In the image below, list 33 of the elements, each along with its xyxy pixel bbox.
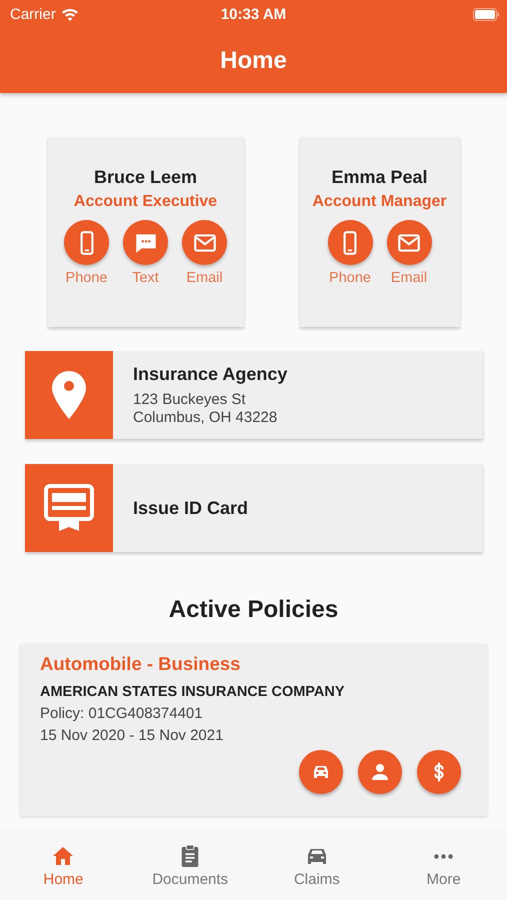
location-pin-icon (51, 370, 87, 420)
contact-name: Bruce Leem (94, 167, 198, 188)
more-icon (434, 854, 454, 858)
tab[interactable]: Home (0, 830, 127, 900)
policy-type: Automobile - Business (40, 653, 242, 675)
contact-role: Account Executive (74, 193, 218, 211)
clipboard-icon (179, 844, 202, 868)
id-card-row[interactable]: Issue ID Card (25, 464, 483, 552)
tab[interactable]: More (380, 830, 507, 900)
address-line: Columbus, OH 43228 (133, 408, 278, 426)
id-card-icon (44, 483, 94, 533)
tab[interactable]: Documents (126, 830, 254, 900)
insurer-name: AMERICAN STATES INSURANCE COMPANY (40, 684, 346, 700)
row-title: Issue ID Card (133, 498, 248, 518)
clock-time: 10:33 AM (220, 6, 288, 22)
tab[interactable]: Claims (254, 830, 380, 900)
person-button[interactable] (358, 750, 402, 794)
wifi-icon (60, 7, 79, 21)
car-button[interactable] (299, 750, 343, 794)
policy-number: Policy: 01CG408374401 (40, 705, 204, 722)
policy-card[interactable]: Automobile - Business AMERICAN STATES INSURANCE COMPANY Policy: 01CG408374401 15 Nov 2020 - 15 Nov 2021 (20, 644, 487, 816)
house-icon (51, 844, 76, 868)
contact-name: Emma Peal (331, 167, 428, 188)
policy-dates: 15 Nov 2020 - 15 Nov 2021 (40, 727, 224, 744)
address-line: 123 Buckeyes St (133, 390, 247, 408)
agency-row[interactable]: Insurance Agency 123 Buckeyes St Columbus, OH 43228 (25, 351, 483, 439)
contact-role: Account Manager (312, 193, 447, 211)
row-title: Insurance Agency (133, 364, 288, 384)
dollar-button[interactable] (417, 750, 461, 794)
battery-icon (473, 8, 500, 20)
screen-title: Home (220, 46, 287, 74)
section-title: Active Policies (168, 596, 340, 624)
carrier-label: Carrier (10, 6, 56, 22)
